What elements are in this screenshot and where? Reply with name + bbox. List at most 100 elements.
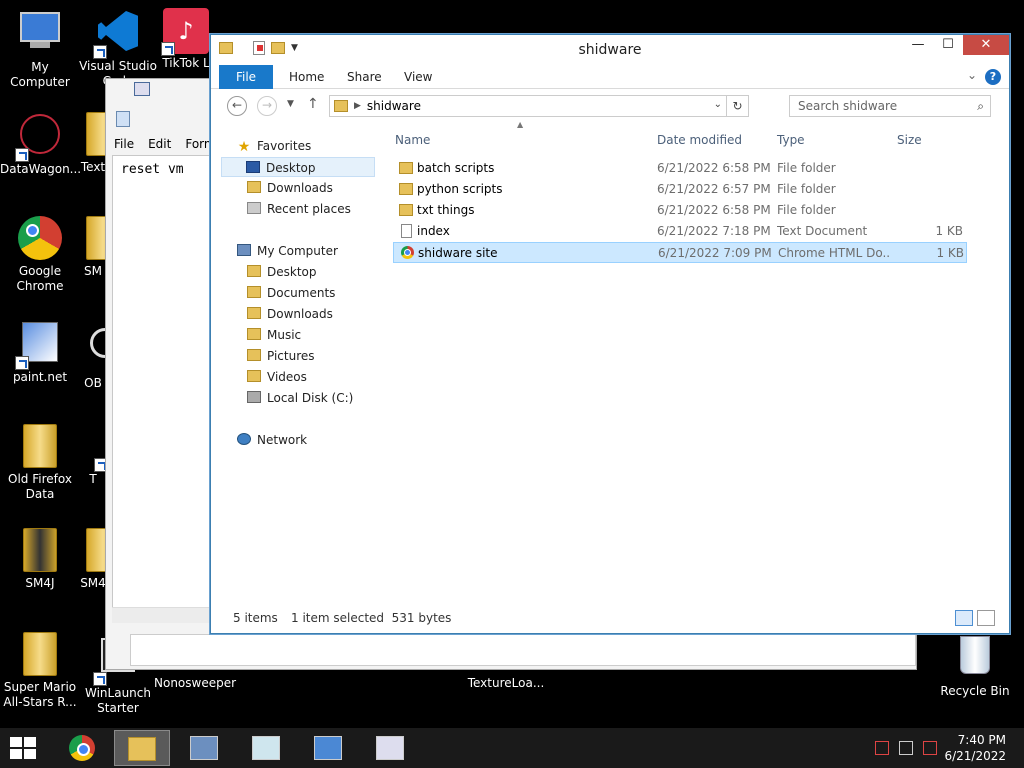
table-row[interactable]: index 6/21/2022 7:18 PM Text Document 1 … bbox=[393, 221, 967, 242]
nav-network[interactable]: Network bbox=[237, 430, 307, 450]
chrome-icon bbox=[401, 246, 414, 259]
desktop-icon-tiktok[interactable]: ♪ TikTok L bbox=[156, 8, 216, 71]
taskbar-app-3[interactable] bbox=[176, 730, 232, 766]
breadcrumb-chevron-icon[interactable]: ▶ bbox=[354, 101, 361, 111]
folder-icon bbox=[247, 286, 261, 298]
desktop-icon-sm4[interactable]: SM4 bbox=[80, 528, 106, 591]
recent-locations-chevron-icon[interactable]: ▼ bbox=[287, 99, 294, 109]
nav-computer-pictures[interactable]: Pictures bbox=[247, 346, 315, 366]
address-dropdown-icon[interactable]: ⌄ bbox=[714, 99, 722, 110]
volume-muted-icon[interactable] bbox=[875, 741, 889, 755]
folder-icon bbox=[334, 100, 348, 112]
notepad-menubar: File Edit Form bbox=[114, 137, 216, 157]
nav-favorites-recent-places[interactable]: Recent places bbox=[247, 199, 351, 219]
nav-my-computer[interactable]: My Computer bbox=[237, 241, 338, 261]
details-view-button[interactable] bbox=[955, 610, 973, 626]
nav-favorites[interactable]: ★ Favorites bbox=[237, 136, 312, 156]
folder-icon bbox=[399, 183, 413, 195]
address-bar[interactable]: ▶ shidware ⌄ ↻ bbox=[329, 95, 749, 117]
sort-arrow-icon: ▲ bbox=[517, 120, 524, 129]
clock[interactable]: 7:40 PM 6/21/2022 bbox=[944, 732, 1006, 764]
taskbar-file-explorer[interactable] bbox=[114, 730, 170, 766]
search-input[interactable]: Search shidware ⌕ bbox=[789, 95, 991, 117]
maximize-button[interactable]: ☐ bbox=[933, 35, 963, 55]
tab-view[interactable]: View bbox=[404, 65, 432, 89]
desktop-icon-sm[interactable]: SM bbox=[80, 216, 106, 279]
help-icon[interactable]: ? bbox=[985, 69, 1001, 85]
desktop-icon-ob[interactable]: OB bbox=[80, 320, 106, 391]
folder-icon bbox=[399, 204, 413, 216]
datawagon-icon bbox=[15, 114, 63, 162]
notepad-menu-file[interactable]: File bbox=[114, 137, 134, 157]
desktop-icon-textureloader[interactable]: TextureLoa... bbox=[466, 676, 546, 691]
minimize-button[interactable]: — bbox=[903, 35, 933, 55]
app-icon bbox=[80, 424, 106, 472]
network-status-icon[interactable] bbox=[899, 741, 913, 755]
refresh-button[interactable]: ↻ bbox=[726, 96, 748, 116]
table-row[interactable]: batch scripts 6/21/2022 6:58 PM File fol… bbox=[393, 158, 967, 179]
folder-icon bbox=[247, 265, 261, 277]
breadcrumb-shidware[interactable]: shidware bbox=[367, 99, 421, 113]
column-header-type[interactable]: Type bbox=[777, 130, 805, 150]
nav-favorites-downloads[interactable]: Downloads bbox=[247, 178, 333, 198]
desktop-icon-sm4j[interactable]: SM4J bbox=[0, 528, 80, 591]
start-button[interactable] bbox=[10, 737, 38, 761]
videos-folder-icon bbox=[247, 370, 261, 382]
obs-icon bbox=[80, 328, 106, 374]
desktop-icon-old-firefox-data[interactable]: Old Firefox Data bbox=[0, 424, 80, 502]
taskbar-app-5[interactable] bbox=[300, 730, 356, 766]
taskbar-app-6[interactable] bbox=[362, 730, 418, 766]
explorer-window[interactable]: ▼ shidware — ☐ ✕ File Home Share View ⌄ … bbox=[210, 34, 1010, 634]
forward-button[interactable]: → bbox=[257, 96, 277, 116]
desktop-icon-super-mario[interactable]: Super Mario All-Stars R... bbox=[0, 632, 80, 710]
large-icons-view-button[interactable] bbox=[977, 610, 995, 626]
column-header-size[interactable]: Size bbox=[897, 130, 922, 150]
folder-icon bbox=[17, 424, 63, 470]
notepad-doc-icon bbox=[116, 111, 130, 127]
desktop-icon-my-computer[interactable]: My Computer bbox=[0, 8, 80, 90]
column-header-date-modified[interactable]: Date modified bbox=[657, 130, 742, 150]
desktop-icon-recycle-bin[interactable]: Recycle Bin bbox=[935, 632, 1015, 699]
tiktok-icon: ♪ bbox=[161, 8, 209, 56]
nav-computer-documents[interactable]: Documents bbox=[247, 283, 335, 303]
notepad-menu-edit[interactable]: Edit bbox=[148, 137, 171, 157]
close-button[interactable]: ✕ bbox=[963, 35, 1009, 55]
taskbar-chrome[interactable] bbox=[54, 730, 110, 766]
nav-computer-local-disk[interactable]: Local Disk (C:) bbox=[247, 388, 353, 408]
desktop-icon-text[interactable]: Text bbox=[80, 112, 106, 175]
desktop-icon-datawagon[interactable]: DataWagon... bbox=[0, 112, 81, 177]
up-button[interactable]: ↑ bbox=[307, 96, 319, 112]
hard-drive-icon bbox=[247, 391, 261, 403]
nav-favorites-desktop[interactable]: Desktop bbox=[221, 157, 375, 177]
star-icon: ★ bbox=[237, 139, 251, 155]
back-button[interactable]: ← bbox=[227, 96, 247, 116]
table-row-selected[interactable]: shidware site 6/21/2022 7:09 PM Chrome H… bbox=[393, 242, 967, 263]
desktop-icon-paint-net[interactable]: paint.net bbox=[0, 320, 80, 385]
tab-share[interactable]: Share bbox=[347, 65, 382, 89]
desktop-icon-nonosweeper[interactable]: Nonosweeper bbox=[154, 676, 236, 691]
desktop-icon-google-chrome[interactable]: Google Chrome bbox=[0, 216, 80, 294]
explorer-titlebar[interactable]: ▼ shidware — ☐ ✕ bbox=[211, 35, 1009, 65]
table-row[interactable]: python scripts 6/21/2022 6:57 PM File fo… bbox=[393, 179, 967, 200]
expand-ribbon-chevron-icon[interactable]: ⌄ bbox=[967, 68, 977, 82]
action-center-icon[interactable] bbox=[923, 741, 937, 755]
item-count: 5 items bbox=[233, 611, 278, 625]
tab-file[interactable]: File bbox=[219, 65, 273, 89]
desktop-icon-t[interactable]: T bbox=[80, 424, 106, 487]
status-bar: 5 items 1 item selected 531 bytes bbox=[211, 605, 1009, 633]
file-explorer-icon bbox=[128, 737, 156, 761]
desktop-icon-vscode[interactable]: Visual Studio Code bbox=[78, 8, 158, 89]
nav-computer-videos[interactable]: Videos bbox=[247, 367, 307, 387]
nav-computer-desktop[interactable]: Desktop bbox=[247, 262, 317, 282]
table-row[interactable]: txt things 6/21/2022 6:58 PM File folder bbox=[393, 200, 967, 221]
search-icon[interactable]: ⌕ bbox=[977, 96, 984, 116]
taskbar-app-4[interactable] bbox=[238, 730, 294, 766]
column-header-name[interactable]: Name bbox=[395, 130, 430, 150]
tab-home[interactable]: Home bbox=[289, 65, 324, 89]
nav-computer-downloads[interactable]: Downloads bbox=[247, 304, 333, 324]
folder-icon bbox=[17, 632, 63, 678]
nav-computer-music[interactable]: Music bbox=[247, 325, 301, 345]
recycle-bin-icon bbox=[952, 636, 998, 682]
notepad-icon bbox=[134, 82, 150, 96]
computer-icon bbox=[237, 244, 251, 256]
